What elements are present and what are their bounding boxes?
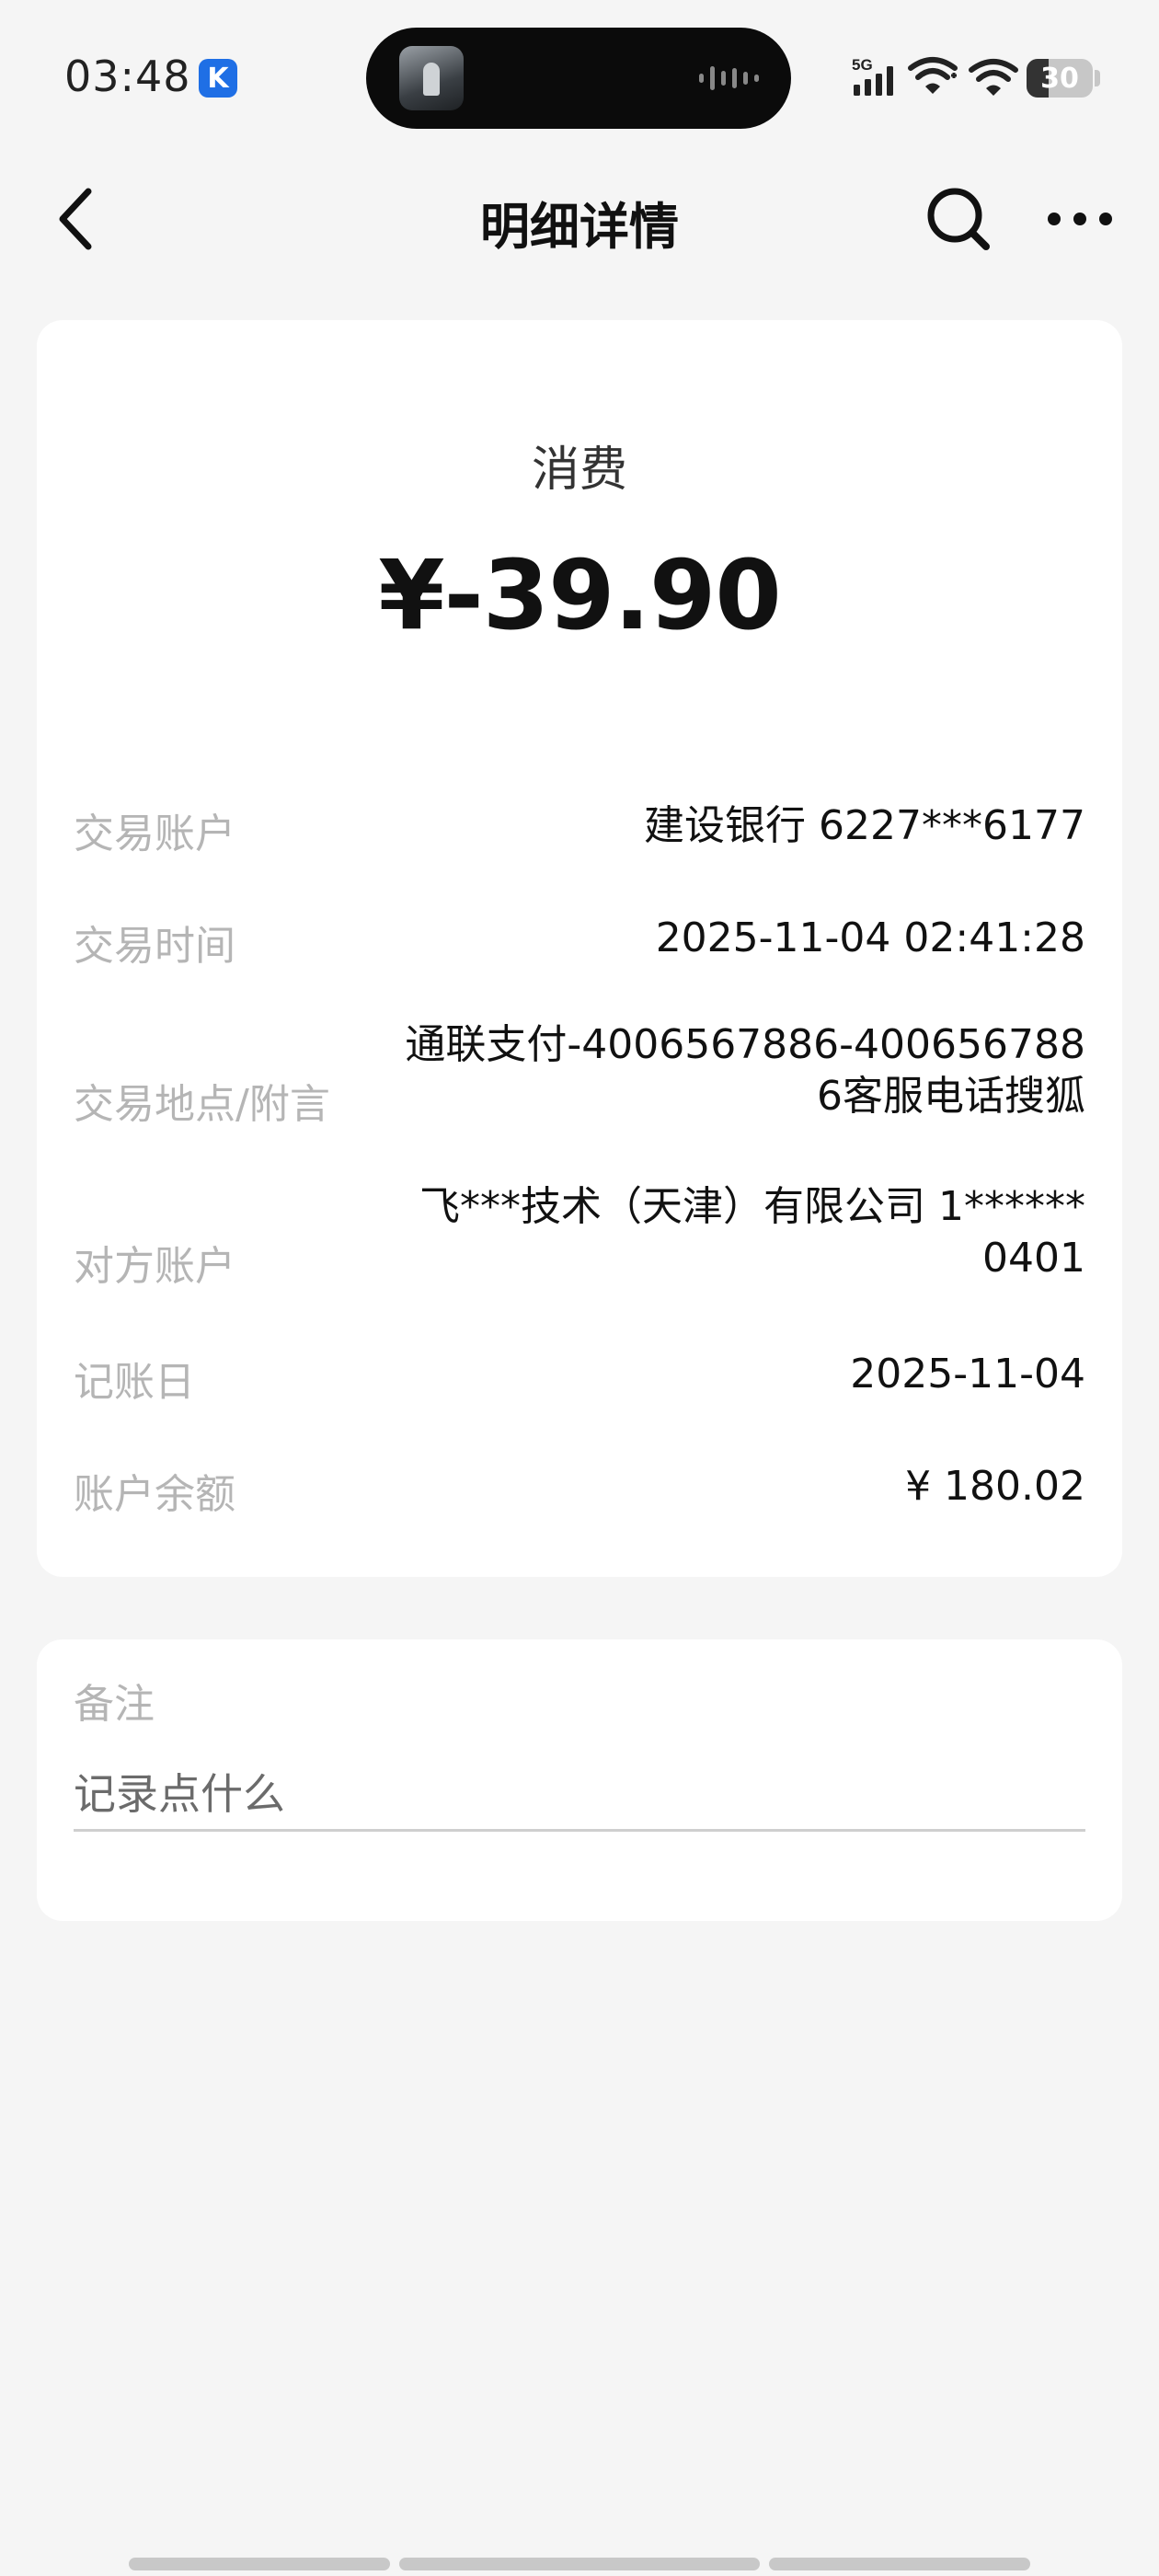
note-input[interactable]	[74, 1759, 1085, 1832]
wifi-icon	[908, 57, 958, 94]
detail-value: 2025-11-04 02:41:28	[655, 914, 1085, 961]
battery-cap	[1095, 70, 1100, 86]
status-time: 03:48	[64, 52, 191, 101]
detail-row-counterparty: 对方账户 飞***技术（天津）有限公司 1****** 0401	[74, 1181, 1085, 1292]
detail-value-line: 通联支付-4006567886-400656788	[405, 1021, 1085, 1068]
home-indicator-segment	[399, 2558, 760, 2570]
home-indicator-segment	[129, 2558, 390, 2570]
detail-row-balance: 账户余额 ¥ 180.02	[74, 1455, 1085, 1520]
note-label: 备注	[74, 1681, 155, 1728]
detail-label: 账户余额	[74, 1471, 235, 1518]
detail-value-line: 飞***技术（天津）有限公司 1******	[419, 1183, 1085, 1230]
audio-wave-icon	[699, 66, 759, 90]
battery-level: 30	[1040, 62, 1079, 95]
detail-value-line: 0401	[982, 1235, 1085, 1282]
detail-value: 建设银行 6227***6177	[644, 802, 1085, 849]
detail-row-time: 交易时间 2025-11-04 02:41:28	[74, 907, 1085, 972]
transaction-amount: ¥-39.90	[378, 539, 782, 651]
detail-value-line: 6客服电话搜狐	[817, 1073, 1085, 1120]
app-notification-icon: K	[199, 59, 237, 98]
wifi-secondary-icon	[969, 59, 1018, 96]
transaction-type: 消费	[531, 443, 627, 498]
detail-label: 交易时间	[74, 923, 235, 970]
detail-row-location: 交易地点/附言 通联支付-4006567886-400656788 6客服电话搜…	[74, 1019, 1085, 1130]
detail-row-posting-date: 记账日 2025-11-04	[74, 1343, 1085, 1408]
cellular-signal-icon: 5G	[852, 56, 893, 96]
detail-value: 飞***技术（天津）有限公司 1****** 0401	[419, 1181, 1085, 1284]
search-icon[interactable]	[924, 184, 993, 254]
detail-label: 交易地点/附言	[74, 1081, 330, 1128]
detail-label: 记账日	[74, 1359, 195, 1406]
detail-row-account: 交易账户 建设银行 6227***6177	[74, 795, 1085, 859]
detail-label: 交易账户	[74, 811, 235, 857]
navigation-bar: 明细详情	[0, 156, 1159, 276]
note-card: 备注	[37, 1639, 1122, 1921]
detail-value: ¥ 180.02	[905, 1463, 1085, 1510]
home-indicator-segment	[769, 2558, 1030, 2570]
transaction-detail-card: 消费 ¥-39.90 交易账户 建设银行 6227***6177 交易时间 20…	[37, 320, 1122, 1577]
detail-value: 通联支付-4006567886-400656788 6客服电话搜狐	[405, 1019, 1085, 1122]
network-type-label: 5G	[852, 56, 873, 74]
more-options-icon[interactable]	[1045, 199, 1115, 239]
detail-label: 对方账户	[74, 1243, 235, 1290]
detail-value: 2025-11-04	[850, 1351, 1085, 1397]
status-bar: 03:48 K 5G 30	[0, 0, 1159, 156]
dynamic-island[interactable]	[366, 28, 791, 129]
media-thumbnail	[399, 46, 464, 110]
battery-icon: 30	[1027, 59, 1093, 98]
